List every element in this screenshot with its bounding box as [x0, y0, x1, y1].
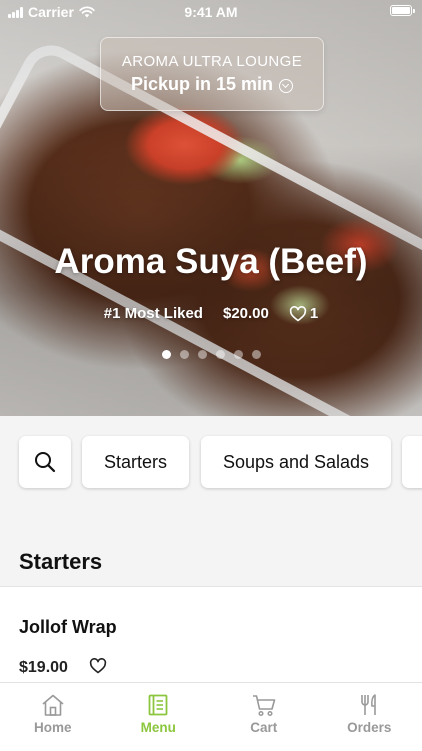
home-icon	[40, 693, 66, 717]
pickup-location-selector[interactable]: AROMA ULTRA LOUNGE Pickup in 15 min	[100, 37, 324, 111]
carousel-dot[interactable]	[180, 350, 189, 359]
carousel-dot[interactable]	[162, 350, 171, 359]
tab-label: Menu	[141, 720, 176, 735]
tab-menu[interactable]: Menu	[106, 683, 212, 751]
fork-knife-icon	[357, 693, 381, 717]
bottom-tab-bar: Home Menu Cart Orders	[0, 682, 422, 751]
menu-item-price: $19.00	[19, 659, 68, 677]
status-bar: Carrier 9:41 AM	[0, 0, 422, 24]
chevron-down-icon	[279, 79, 293, 93]
tab-cart[interactable]: Cart	[211, 683, 317, 751]
likes-count: 1	[310, 305, 318, 322]
featured-price: $20.00	[223, 305, 269, 322]
status-time: 9:41 AM	[0, 4, 422, 20]
featured-badge: #1 Most Liked	[104, 305, 203, 322]
category-chip-next[interactable]	[402, 436, 422, 488]
cart-icon	[251, 693, 277, 717]
carousel-dot[interactable]	[234, 350, 243, 359]
featured-likes[interactable]: 1	[289, 305, 318, 322]
category-chip-starters[interactable]: Starters	[82, 436, 189, 488]
menu-item-card[interactable]: Jollof Wrap $19.00	[0, 586, 422, 683]
tab-home[interactable]: Home	[0, 683, 106, 751]
carousel-indicator	[0, 350, 422, 359]
battery-icon	[390, 5, 412, 16]
category-bar[interactable]: Starters Soups and Salads	[0, 416, 422, 510]
search-button[interactable]	[19, 436, 71, 488]
heart-icon	[89, 658, 107, 674]
menu-item-name: Jollof Wrap	[19, 617, 117, 638]
restaurant-name: AROMA ULTRA LOUNGE	[101, 53, 323, 70]
heart-icon	[289, 306, 307, 322]
category-chip-soups-and-salads[interactable]: Soups and Salads	[201, 436, 391, 488]
section-title: Starters	[19, 549, 102, 575]
menu-book-icon	[146, 693, 170, 717]
featured-item-title: Aroma Suya (Beef)	[0, 242, 422, 282]
tab-label: Orders	[347, 720, 391, 735]
like-button[interactable]	[89, 658, 107, 679]
carousel-dot[interactable]	[252, 350, 261, 359]
tab-label: Cart	[250, 720, 277, 735]
carousel-dot[interactable]	[216, 350, 225, 359]
tab-orders[interactable]: Orders	[317, 683, 422, 751]
tab-label: Home	[34, 720, 72, 735]
search-icon	[33, 450, 57, 474]
pickup-time-label: Pickup in 15 min	[131, 74, 273, 95]
carousel-dot[interactable]	[198, 350, 207, 359]
